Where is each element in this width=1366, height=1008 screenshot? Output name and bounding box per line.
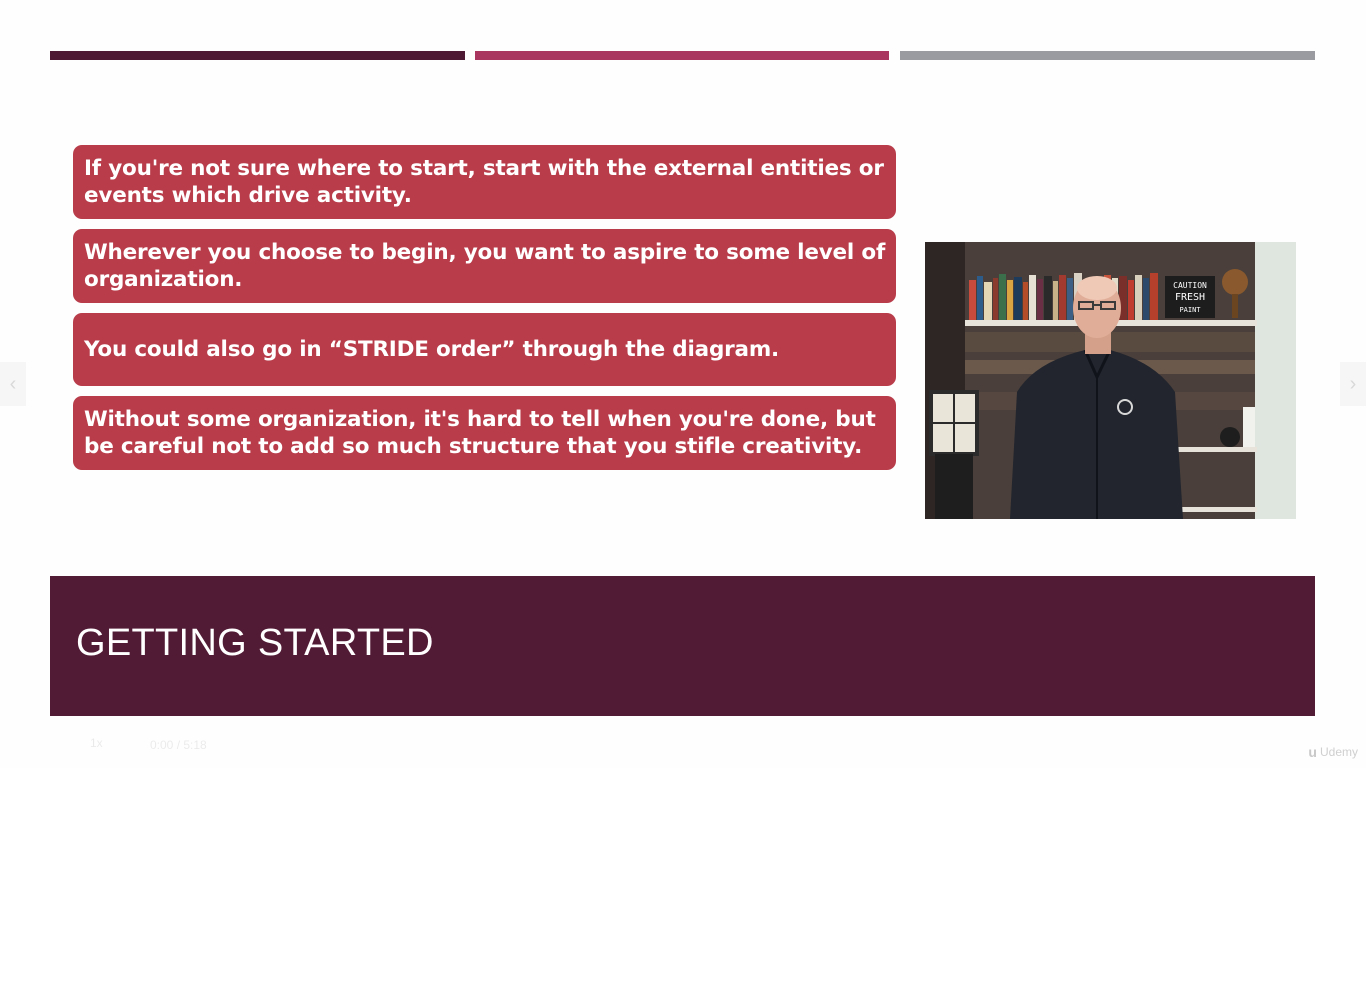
bullet-text: Without some organization, it's hard to … bbox=[84, 407, 876, 459]
udemy-logo-text: Udemy bbox=[1319, 745, 1358, 759]
accent-bar-gray bbox=[900, 51, 1315, 60]
accent-bar-magenta bbox=[475, 51, 889, 60]
video-player[interactable]: If you're not sure where to start, start… bbox=[0, 0, 1366, 768]
section-title: GETTING STARTED bbox=[76, 622, 434, 664]
bullet-text: You could also go in “STRIDE order” thro… bbox=[84, 337, 780, 362]
bullet-box: Without some organization, it's hard to … bbox=[73, 396, 896, 470]
instructor-video: CAUTION FRESH PAINT bbox=[925, 242, 1296, 519]
chevron-left-icon: ‹ bbox=[9, 372, 17, 395]
time-display: 0:00 / 5:18 bbox=[150, 738, 207, 752]
udemy-logo: u Udemy bbox=[1308, 744, 1358, 760]
bullet-text: Wherever you choose to begin, you want t… bbox=[84, 240, 886, 292]
sign-text: PAINT bbox=[1179, 306, 1201, 314]
bullet-text: If you're not sure where to start, start… bbox=[84, 156, 884, 208]
next-lecture-button[interactable]: › bbox=[1340, 362, 1366, 406]
player-controls: 1x 0:00 / 5:18 u Udemy bbox=[0, 728, 1366, 768]
udemy-logo-icon: u bbox=[1308, 744, 1317, 760]
playback-speed-button[interactable]: 1x bbox=[90, 736, 103, 750]
bullet-box: Wherever you choose to begin, you want t… bbox=[73, 229, 896, 303]
sign-text: FRESH bbox=[1175, 292, 1205, 303]
chevron-right-icon: › bbox=[1349, 372, 1357, 395]
slide: If you're not sure where to start, start… bbox=[0, 0, 1366, 768]
bullet-box: If you're not sure where to start, start… bbox=[73, 145, 896, 219]
bullet-box: You could also go in “STRIDE order” thro… bbox=[73, 313, 896, 386]
sign-text: CAUTION bbox=[1173, 281, 1207, 290]
lecture-title: 7. Approaches to Analysis: What can go w… bbox=[30, 28, 319, 44]
accent-bar-dark bbox=[50, 51, 465, 60]
previous-lecture-button[interactable]: ‹ bbox=[0, 362, 26, 406]
section-banner: GETTING STARTED bbox=[50, 576, 1315, 716]
